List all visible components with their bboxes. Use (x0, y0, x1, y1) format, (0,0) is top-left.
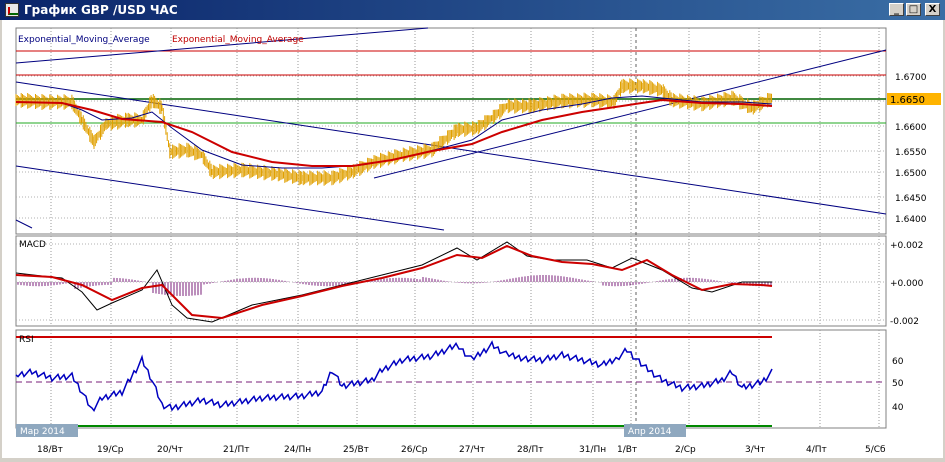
maximize-button[interactable]: □ (906, 3, 921, 16)
price-tick-label: 1.6550 (895, 148, 927, 158)
chart-canvas[interactable]: 1.6700 1.6650 1.6600 1.6550 1.6500 1.6450 1.64… (2, 20, 943, 458)
rsi-pane[interactable] (15, 329, 887, 429)
chart-frame[interactable]: 1.6700 1.6650 1.6600 1.6550 1.6500 1.6450 1.64… (2, 20, 943, 458)
price-tick-label: 1.6500 (895, 169, 927, 179)
price-tick-label: 1.6600 (895, 123, 927, 133)
x-axis-label: 21/Пт (223, 445, 250, 455)
macd-tick-label: +0.002 (890, 241, 923, 251)
x-axis-label: 26/Ср (401, 445, 428, 455)
window-titlebar: График GBP /USD ЧАС _ □ X (0, 0, 945, 20)
chart-app-icon (5, 3, 19, 17)
close-button[interactable]: X (925, 3, 940, 16)
x-axis-label: 18/Вт (37, 445, 63, 455)
x-axis-label: 4/Пт (806, 445, 827, 455)
macd-tick-label: -0.002 (890, 317, 919, 327)
x-axis-label: 19/Ср (97, 445, 124, 455)
current-price-label: 1.6650 (890, 95, 925, 106)
x-axis-label: 2/Ср (675, 445, 696, 455)
price-tick-label: 1.6700 (895, 73, 927, 83)
minimize-button[interactable]: _ (889, 3, 904, 16)
month-tag: Апр 2014 (628, 427, 672, 437)
x-axis-label: 5/Сб (865, 445, 886, 455)
rsi-tick-label: 60 (892, 357, 904, 367)
rsi-tick-label: 40 (892, 403, 904, 413)
month-tag: Мар 2014 (20, 427, 65, 437)
rsi-label: RSI (19, 335, 34, 345)
x-axis-label: 1/Вт (617, 445, 637, 455)
x-axis-label: 27/Чт (459, 445, 485, 455)
price-tick-label: 1.6400 (895, 215, 927, 225)
window-title: График GBP /USD ЧАС (24, 3, 178, 17)
legend-ema-fast: Exponential_Moving_Average (18, 35, 150, 45)
x-axis-label: 3/Чт (745, 445, 765, 455)
macd-label: MACD (19, 240, 46, 250)
macd-tick-label: +0.000 (890, 279, 924, 289)
legend-ema-slow: Exponential_Moving_Average (172, 35, 304, 45)
x-axis-label: 24/Пн (284, 445, 311, 455)
rsi-tick-label: 50 (892, 379, 904, 389)
x-axis-label: 31/Пн (579, 445, 606, 455)
macd-pane[interactable] (15, 235, 887, 327)
x-axis-label: 28/Пт (517, 445, 544, 455)
price-tick-label: 1.6450 (895, 194, 927, 204)
x-axis-label: 25/Вт (343, 445, 369, 455)
x-axis-label: 20/Чт (157, 445, 183, 455)
